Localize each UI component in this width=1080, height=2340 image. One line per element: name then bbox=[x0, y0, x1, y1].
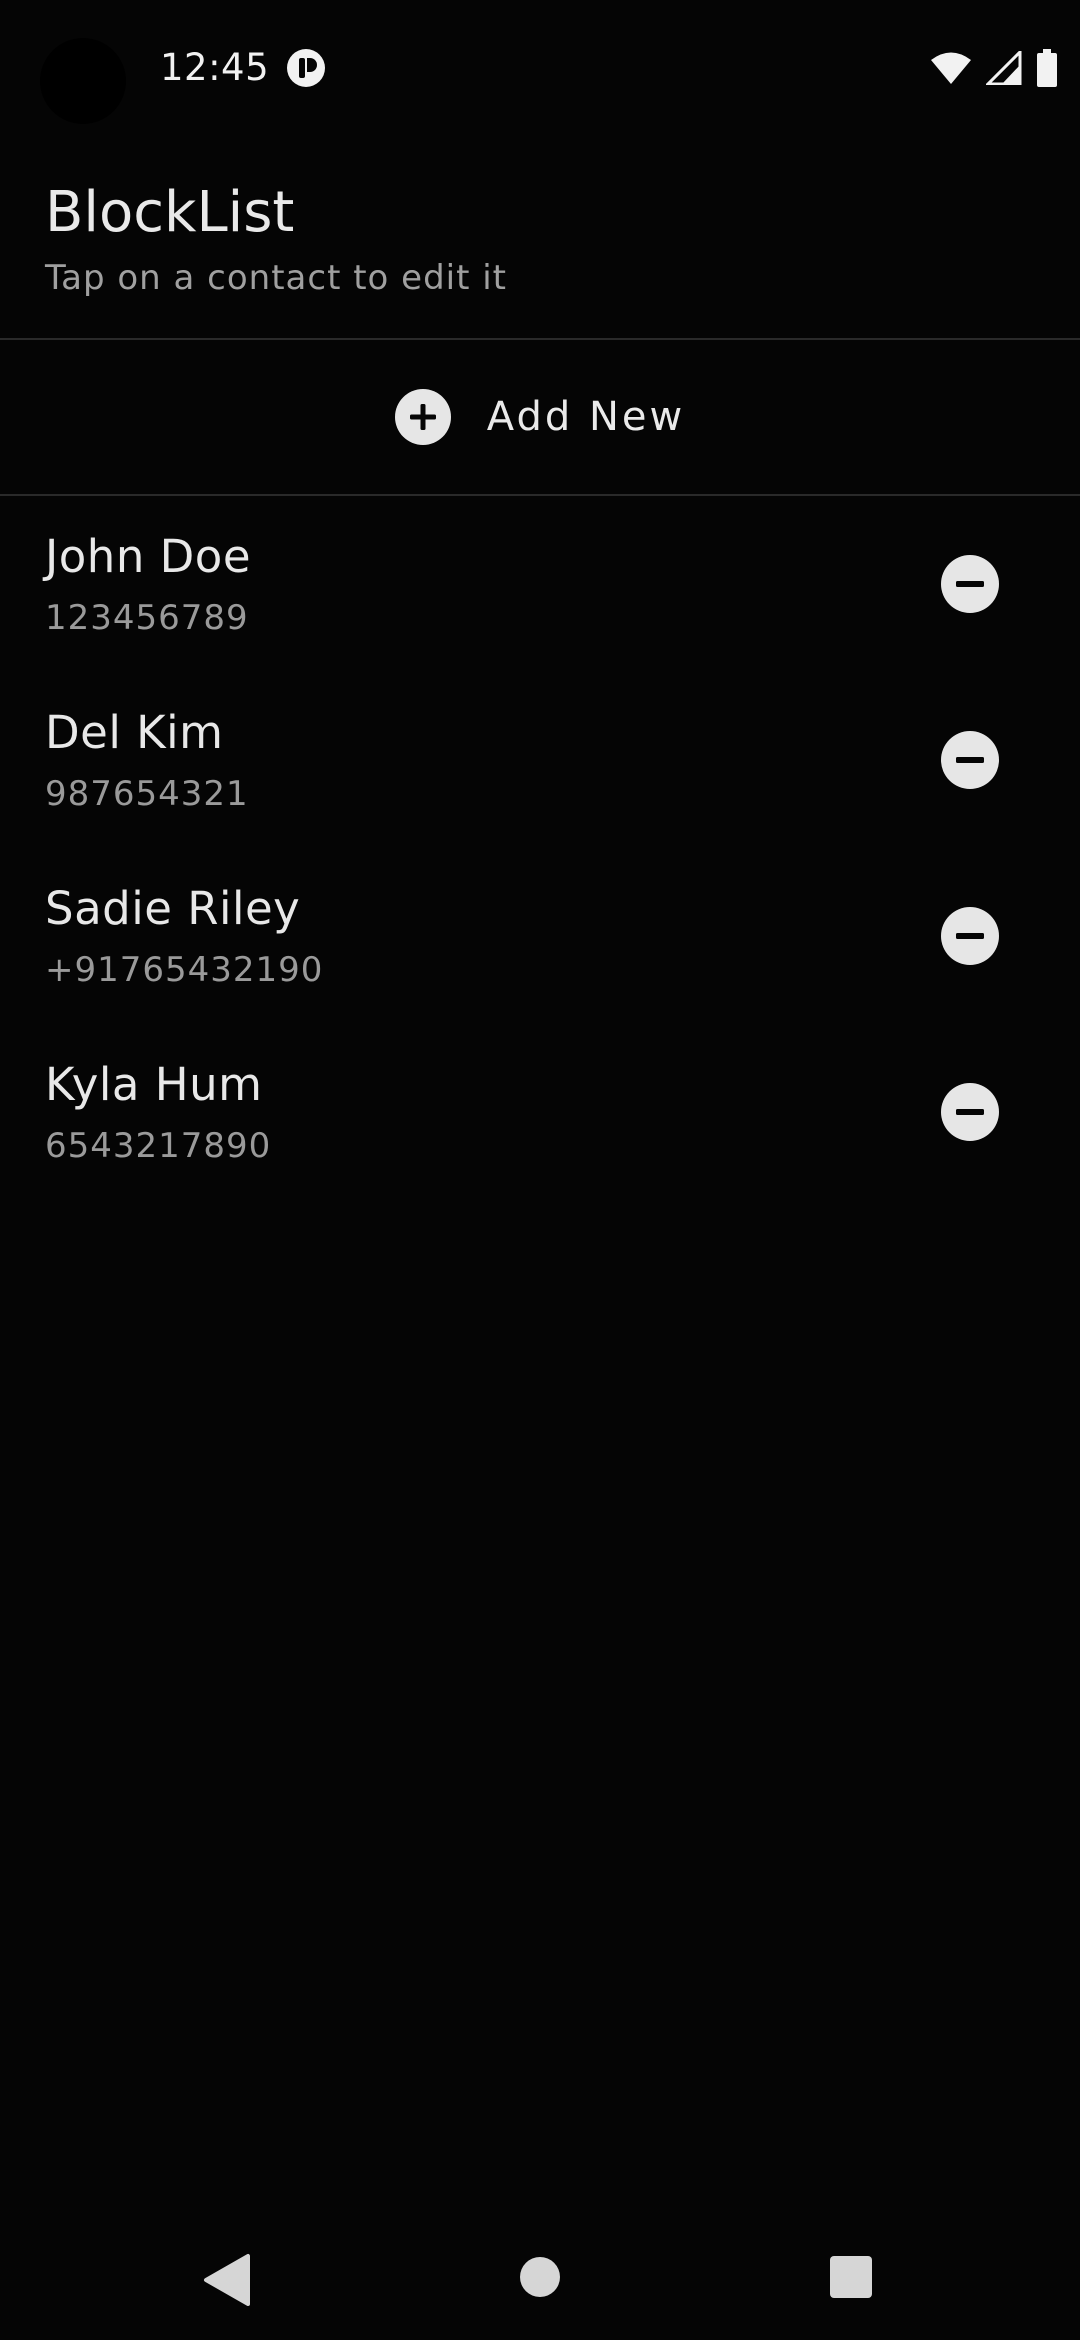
contact-number: +91765432190 bbox=[45, 950, 324, 990]
battery-icon bbox=[1037, 49, 1057, 87]
contact-number: 987654321 bbox=[45, 774, 249, 814]
contact-number: 6543217890 bbox=[45, 1126, 272, 1166]
signal-icon bbox=[986, 51, 1022, 85]
contact-name: Del Kim bbox=[45, 706, 224, 759]
header: BlockList Tap on a contact to edit it bbox=[0, 140, 1080, 340]
remove-contact-button[interactable] bbox=[940, 730, 1000, 790]
remove-contact-button[interactable] bbox=[940, 1082, 1000, 1142]
page-subtitle: Tap on a contact to edit it bbox=[45, 258, 508, 298]
back-icon[interactable] bbox=[200, 2252, 252, 2308]
remove-contact-button[interactable] bbox=[940, 554, 1000, 614]
camera-cutout bbox=[40, 38, 126, 124]
contact-row[interactable]: Sadie Riley +91765432190 bbox=[0, 852, 1080, 1028]
contact-number: 123456789 bbox=[45, 598, 249, 638]
navigation-bar bbox=[0, 2220, 1080, 2340]
recents-icon[interactable] bbox=[829, 2255, 873, 2299]
contact-name: John Doe bbox=[45, 530, 252, 583]
contact-row[interactable]: Del Kim 987654321 bbox=[0, 676, 1080, 852]
contact-row[interactable]: John Doe 123456789 bbox=[0, 500, 1080, 676]
add-new-label: Add New bbox=[486, 394, 686, 440]
contact-list: John Doe 123456789 Del Kim 987654321 Sad… bbox=[0, 500, 1080, 1204]
status-bar: 12:45 bbox=[0, 0, 1080, 140]
plus-circle-icon bbox=[394, 389, 451, 445]
contact-row[interactable]: Kyla Hum 6543217890 bbox=[0, 1028, 1080, 1204]
contact-name: Sadie Riley bbox=[45, 882, 301, 935]
status-time: 12:45 bbox=[160, 46, 270, 89]
notification-app-icon bbox=[287, 49, 325, 87]
status-icons bbox=[930, 48, 1058, 88]
home-icon[interactable] bbox=[519, 2256, 561, 2298]
add-new-button[interactable]: Add New bbox=[0, 340, 1080, 496]
page-title: BlockList bbox=[45, 180, 295, 245]
remove-contact-button[interactable] bbox=[940, 906, 1000, 966]
wifi-icon bbox=[931, 52, 971, 84]
contact-name: Kyla Hum bbox=[45, 1058, 263, 1111]
